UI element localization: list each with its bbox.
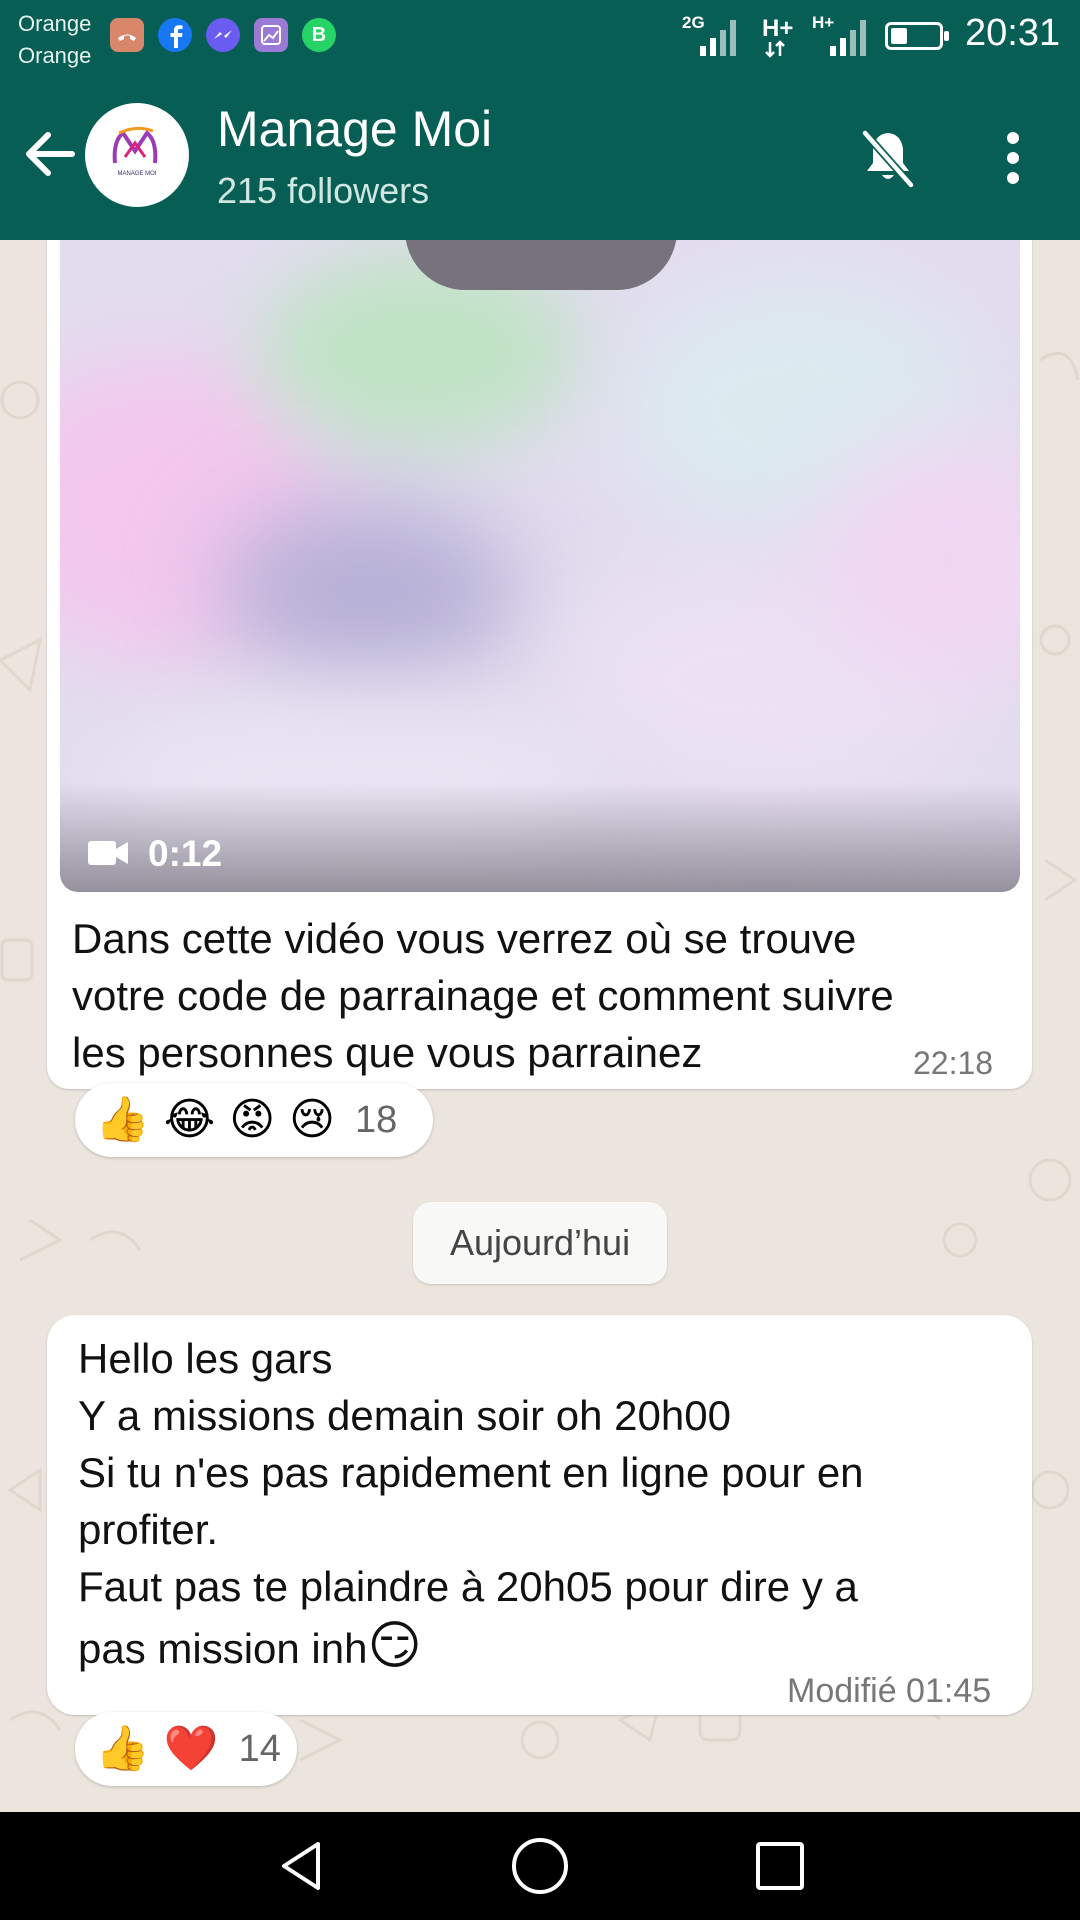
message-time: 22:18	[913, 1045, 994, 1081]
follower-count[interactable]: 215 followers	[217, 170, 429, 212]
network-h-plus-icon: H+	[762, 15, 793, 58]
chat-area[interactable]: 0:12 Dans cette vidéo vous verrez où se …	[0, 240, 1080, 1812]
channel-avatar[interactable]: MANAGE MOI	[85, 103, 189, 207]
edited-time: Modifié 01:45	[787, 1672, 992, 1710]
message-line: Dans cette vidéo vous verrez où se trouv…	[72, 915, 857, 962]
logo-text: MANAGE MOI	[117, 171, 156, 177]
signal-2g-icon: 2G	[682, 13, 736, 56]
video-frame-notch	[405, 240, 677, 290]
angry-reaction: 😡	[229, 1094, 276, 1145]
signal-h-plus-icon: H+	[812, 13, 866, 56]
carrier-1: Orange	[18, 11, 92, 36]
thumbs-up-reaction: 👍	[95, 1723, 150, 1774]
date-separator: Aujourd’hui	[413, 1202, 667, 1284]
message-line: Y a missions demain soir oh 20h00	[78, 1392, 731, 1439]
nav-home-icon[interactable]	[510, 1836, 570, 1896]
reactions-pill[interactable]: 👍 ❤️ 14	[75, 1712, 297, 1786]
nav-back-icon[interactable]	[272, 1836, 332, 1896]
message-line: pas mission inh	[78, 1625, 368, 1672]
video-thumbnail[interactable]: 0:12	[60, 240, 1020, 892]
missed-call-icon	[110, 18, 144, 52]
reactions-pill[interactable]: 👍 😂 😡 😢 18	[75, 1083, 433, 1157]
net-h-plus-label-1: H+	[762, 15, 793, 42]
channel-title[interactable]: Manage Moi	[217, 100, 492, 158]
carrier-labels: Orange Orange	[18, 8, 91, 72]
net-h-plus-label-2: H+	[812, 13, 834, 32]
thumbs-up-reaction: 👍	[95, 1094, 150, 1145]
crying-reaction: 😢	[289, 1094, 335, 1145]
message-text: Dans cette vidéo vous verrez où se trouv…	[72, 910, 1012, 1081]
message-line: les personnes que vous parrainez	[72, 1029, 703, 1076]
message-line: Si tu n'es pas rapidement en ligne pour …	[78, 1449, 864, 1496]
smirk-emoji: 😏	[367, 1616, 422, 1676]
gallery-icon	[254, 18, 288, 52]
status-bar: Orange Orange B 2G H+ H+ 20:31	[0, 0, 1080, 72]
video-camera-icon	[88, 841, 128, 865]
reaction-count: 14	[238, 1727, 281, 1770]
more-options-icon[interactable]	[995, 128, 1031, 188]
manage-moi-logo: MANAGE MOI	[112, 126, 158, 177]
laughing-reaction: 😂	[163, 1094, 216, 1145]
system-nav-bar	[0, 1812, 1080, 1920]
heart-reaction: ❤️	[163, 1723, 219, 1774]
whatsapp-business-icon: B	[302, 18, 336, 52]
messenger-icon	[206, 18, 240, 52]
message-line: profiter.	[78, 1506, 219, 1553]
reaction-count: 18	[354, 1098, 398, 1141]
message-line: Faut pas te plaindre à 20h05 pour dire y…	[78, 1563, 858, 1610]
video-duration: 0:12	[148, 833, 223, 874]
carrier-2: Orange	[18, 43, 92, 68]
net-2g-label: 2G	[682, 13, 705, 32]
notification-icons: B	[110, 18, 336, 52]
facebook-icon	[158, 18, 192, 52]
battery-fill	[891, 28, 907, 44]
message-text: Hello les gars Y a missions demain soir …	[78, 1330, 1018, 1683]
message-line: Hello les gars	[78, 1335, 333, 1382]
message-line: votre code de parrainage et comment suiv…	[72, 972, 894, 1019]
battery-icon	[885, 22, 949, 50]
app-header: Orange Orange B 2G H+ H+ 20:31 MANAGE MO…	[0, 0, 1080, 240]
notifications-muted-icon[interactable]	[855, 125, 921, 191]
status-time: 20:31	[965, 12, 1061, 54]
nav-recents-icon[interactable]	[750, 1836, 810, 1896]
back-arrow-icon[interactable]	[20, 125, 78, 183]
